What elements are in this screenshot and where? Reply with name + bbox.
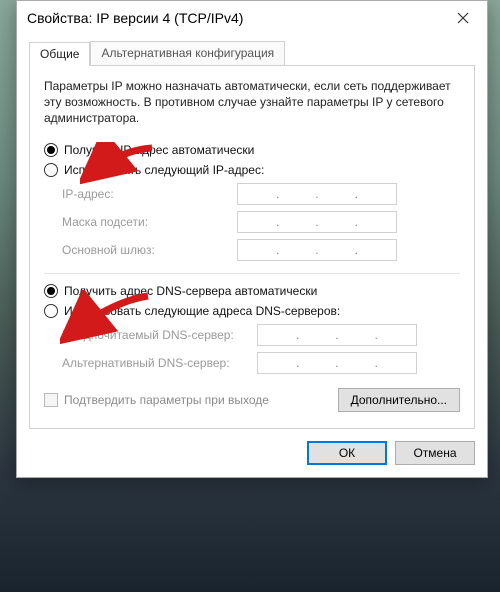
radio-ip-auto[interactable]: Получить IP-адрес автоматически	[44, 143, 460, 157]
radio-icon	[44, 143, 58, 157]
radio-dns-manual[interactable]: Использовать следующие адреса DNS-сервер…	[44, 304, 460, 318]
radio-ip-manual[interactable]: Использовать следующий IP-адрес:	[44, 163, 460, 177]
input-dns-preferred: ...	[257, 324, 417, 346]
checkbox-icon	[44, 393, 58, 407]
radio-ip-manual-label: Использовать следующий IP-адрес:	[64, 163, 264, 177]
client-area: Общие Альтернативная конфигурация Параме…	[17, 35, 487, 477]
radio-ip-auto-label: Получить IP-адрес автоматически	[64, 143, 254, 157]
checkbox-validate-label: Подтвердить параметры при выходе	[64, 393, 269, 407]
label-mask: Маска подсети:	[62, 215, 237, 229]
radio-dns-manual-label: Использовать следующие адреса DNS-сервер…	[64, 304, 340, 318]
tabstrip: Общие Альтернативная конфигурация	[29, 41, 475, 65]
input-ip: ...	[237, 183, 397, 205]
radio-icon	[44, 304, 58, 318]
label-dns-preferred: Предпочитаемый DNS-сервер:	[62, 328, 257, 342]
dns-fields: Предпочитаемый DNS-сервер: ... Альтернат…	[62, 324, 460, 374]
input-mask: ...	[237, 211, 397, 233]
label-ip: IP-адрес:	[62, 187, 237, 201]
radio-dns-auto-label: Получить адрес DNS-сервера автоматически	[64, 284, 317, 298]
close-button[interactable]	[443, 3, 483, 33]
advanced-button[interactable]: Дополнительно...	[338, 388, 460, 412]
field-gateway: Основной шлюз: ...	[62, 239, 460, 261]
close-icon	[457, 12, 469, 24]
window-title: Свойства: IP версии 4 (TCP/IPv4)	[27, 10, 443, 26]
field-dns-alternate: Альтернативный DNS-сервер: ...	[62, 352, 460, 374]
titlebar: Свойства: IP версии 4 (TCP/IPv4)	[17, 1, 487, 35]
radio-icon	[44, 284, 58, 298]
radio-icon	[44, 163, 58, 177]
tab-panel-general: Параметры IP можно назначать автоматичес…	[29, 65, 475, 429]
cancel-button[interactable]: Отмена	[395, 441, 475, 465]
checkbox-validate[interactable]: Подтвердить параметры при выходе	[44, 393, 269, 407]
input-dns-alternate: ...	[257, 352, 417, 374]
ok-button[interactable]: ОК	[307, 441, 387, 465]
description-text: Параметры IP можно назначать автоматичес…	[44, 78, 460, 127]
tab-general[interactable]: Общие	[29, 42, 90, 66]
bottom-row: Подтвердить параметры при выходе Дополни…	[44, 388, 460, 412]
label-gateway: Основной шлюз:	[62, 243, 237, 257]
tab-altconfig[interactable]: Альтернативная конфигурация	[90, 41, 285, 65]
separator	[44, 273, 460, 274]
input-gateway: ...	[237, 239, 397, 261]
label-dns-alternate: Альтернативный DNS-сервер:	[62, 356, 257, 370]
ip-fields: IP-адрес: ... Маска подсети: ... Основно…	[62, 183, 460, 261]
dialog-buttons: ОК Отмена	[29, 441, 475, 465]
field-mask: Маска подсети: ...	[62, 211, 460, 233]
dialog-window: Свойства: IP версии 4 (TCP/IPv4) Общие А…	[16, 0, 488, 478]
field-ip: IP-адрес: ...	[62, 183, 460, 205]
field-dns-preferred: Предпочитаемый DNS-сервер: ...	[62, 324, 460, 346]
radio-dns-auto[interactable]: Получить адрес DNS-сервера автоматически	[44, 284, 460, 298]
